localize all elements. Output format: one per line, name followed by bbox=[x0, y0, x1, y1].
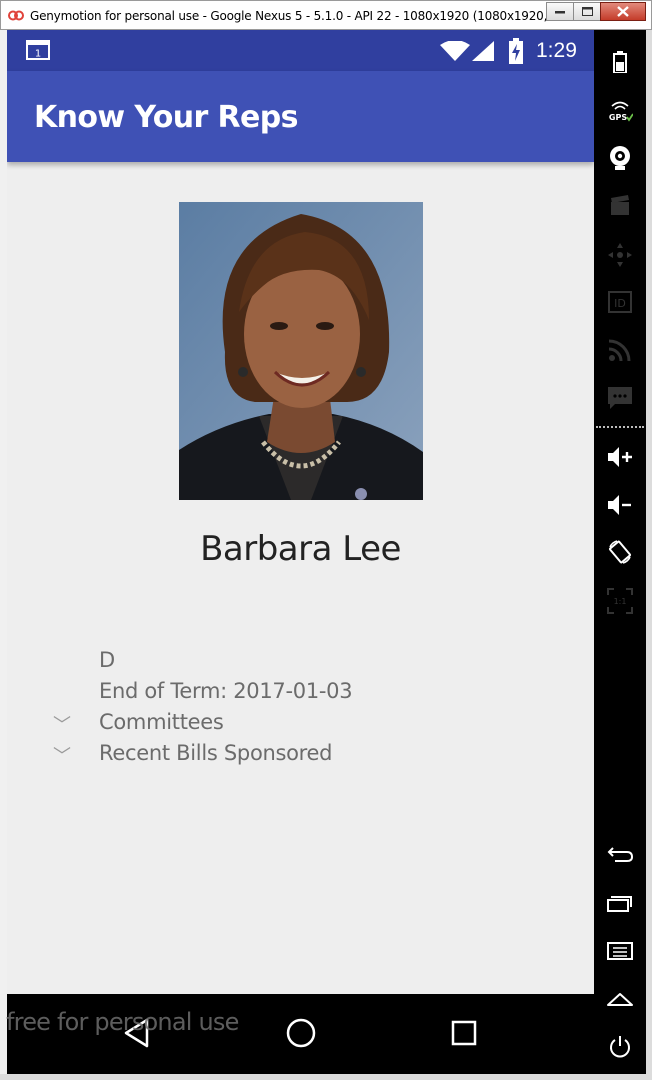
dpad-icon[interactable] bbox=[594, 237, 646, 273]
recent-apps-icon[interactable] bbox=[594, 885, 646, 921]
battery-charging-icon bbox=[509, 38, 523, 64]
genymotion-sidebar: GPS ID 1:1 bbox=[594, 30, 646, 1074]
notification-icon: 1 bbox=[26, 40, 50, 60]
volume-down-icon[interactable] bbox=[594, 487, 646, 523]
party-label: D bbox=[99, 648, 115, 672]
status-clock: 1:29 bbox=[536, 39, 577, 62]
device-screen: 1 1:29 Know Your Reps Barbara Lee D End … bbox=[7, 30, 594, 1074]
menu-icon[interactable] bbox=[594, 933, 646, 969]
minimize-button[interactable] bbox=[546, 2, 574, 21]
pixel-perfect-icon[interactable]: 1:1 bbox=[594, 583, 646, 619]
app-bar: Know Your Reps bbox=[7, 71, 594, 162]
volume-up-icon[interactable] bbox=[594, 439, 646, 475]
close-icon bbox=[617, 6, 629, 17]
svg-text:ID: ID bbox=[614, 297, 626, 310]
window-border-bottom bbox=[0, 1074, 652, 1080]
battery-icon[interactable] bbox=[594, 44, 646, 80]
rotate-icon[interactable] bbox=[594, 534, 646, 570]
watermark: free for personal use bbox=[6, 1008, 239, 1036]
end-of-term-label: End of Term: 2017-01-03 bbox=[99, 679, 353, 703]
power-icon[interactable] bbox=[594, 1029, 646, 1065]
camera-icon[interactable] bbox=[594, 140, 646, 176]
rep-photo bbox=[179, 202, 423, 500]
wifi-icon bbox=[440, 41, 470, 61]
sidebar-separator bbox=[596, 426, 644, 428]
home-icon[interactable] bbox=[285, 1017, 317, 1049]
home-icon[interactable] bbox=[594, 981, 646, 1017]
maximize-button[interactable] bbox=[573, 2, 601, 21]
sms-icon[interactable] bbox=[594, 380, 646, 416]
signal-icon bbox=[472, 41, 494, 61]
id-icon[interactable]: ID bbox=[594, 284, 646, 320]
window-border-right bbox=[646, 30, 652, 1080]
maximize-icon bbox=[581, 7, 593, 16]
committees-label: Committees bbox=[99, 710, 224, 734]
genymotion-logo-icon bbox=[8, 10, 24, 21]
chevron-down-icon: ﹀ bbox=[53, 715, 71, 735]
close-button[interactable] bbox=[600, 2, 646, 21]
recents-icon[interactable] bbox=[451, 1020, 477, 1046]
minimize-icon bbox=[555, 10, 565, 13]
chevron-down-icon: ﹀ bbox=[53, 746, 71, 766]
rep-detail: Barbara Lee D End of Term: 2017-01-03 ﹀ … bbox=[7, 162, 594, 994]
app-title: Know Your Reps bbox=[34, 100, 299, 135]
gps-icon[interactable]: GPS bbox=[594, 94, 646, 130]
back-icon[interactable] bbox=[594, 836, 646, 872]
status-bar: 1 1:29 bbox=[7, 30, 594, 71]
gps-label: GPS bbox=[609, 113, 627, 122]
window-title: Genymotion for personal use - Google Nex… bbox=[30, 9, 592, 23]
rep-name: Barbara Lee bbox=[200, 529, 401, 569]
pixel-label: 1:1 bbox=[614, 597, 627, 606]
capture-icon[interactable] bbox=[594, 188, 646, 224]
network-icon[interactable] bbox=[594, 332, 646, 368]
window-title-bar: Genymotion for personal use - Google Nex… bbox=[0, 0, 652, 30]
recent-bills-label: Recent Bills Sponsored bbox=[99, 741, 333, 765]
svg-text:1: 1 bbox=[35, 49, 41, 60]
